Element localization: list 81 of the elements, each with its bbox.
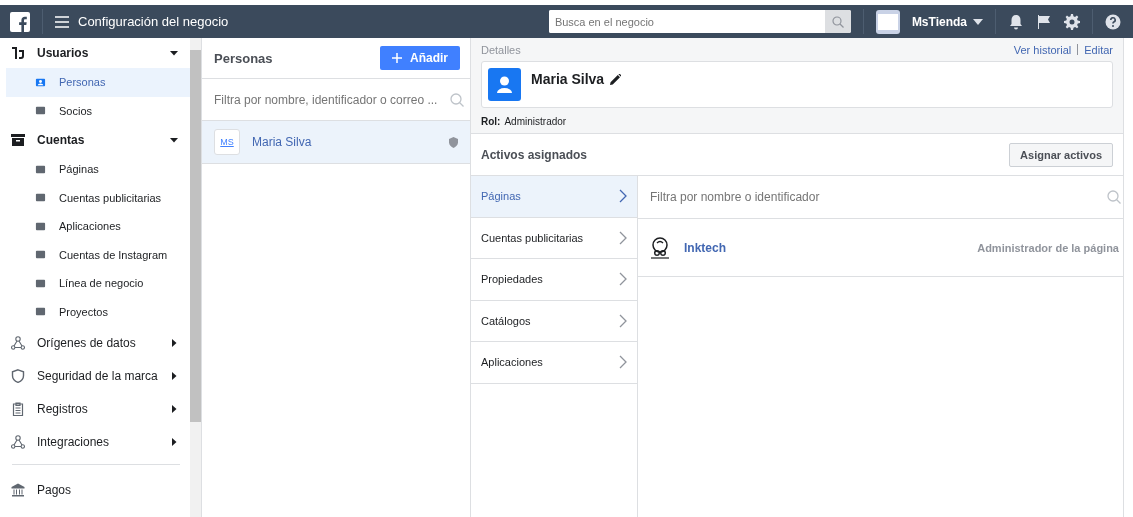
chevron-icon	[619, 230, 627, 245]
flag-icon[interactable]	[1036, 13, 1052, 30]
sidebar-section[interactable]: Integraciones	[6, 425, 190, 458]
caret-icon	[169, 437, 178, 446]
caret-icon	[169, 338, 178, 347]
asset-name[interactable]: Inktech	[684, 240, 966, 255]
item-icon	[35, 192, 46, 204]
person-avatar-icon	[488, 68, 521, 101]
facebook-logo-icon[interactable]	[10, 11, 30, 32]
person-name: Maria Silva	[252, 135, 313, 149]
sidebar-section[interactable]: Registros	[6, 392, 190, 425]
person-name: Maria Silva	[531, 71, 605, 87]
shield-icon	[449, 136, 458, 148]
section-heading: Detalles	[481, 43, 521, 56]
item-icon	[35, 76, 46, 88]
shield-icon	[11, 368, 25, 383]
network-icon	[11, 434, 25, 449]
bank-icon	[11, 482, 25, 497]
panel-title: Personas	[214, 50, 273, 66]
item-icon	[35, 220, 46, 232]
asset-permission: Administrador de la página	[977, 241, 1119, 254]
search-icon	[1107, 190, 1121, 204]
page-logo-icon	[648, 235, 672, 260]
header-link[interactable]: Editar	[1084, 43, 1113, 56]
sidebar-section[interactable]: Seguridad de la marca	[6, 359, 190, 392]
sidebar-item[interactable]: Cuentas publicitarias	[6, 183, 190, 212]
asset-tab[interactable]: Páginas	[471, 176, 637, 218]
sidebar-section[interactable]: Cuentas	[6, 125, 190, 155]
header-link[interactable]: Ver historial	[1013, 43, 1072, 56]
sidebar-section[interactable]: Usuarios	[6, 38, 190, 68]
initials-avatar: MS	[214, 129, 240, 155]
chevron-icon	[619, 313, 627, 328]
clipboard-icon	[11, 401, 25, 416]
menu-icon[interactable]	[55, 15, 69, 28]
sidebar-item[interactable]: Páginas	[6, 155, 190, 184]
add-button[interactable]: Añadir	[380, 46, 460, 70]
page-title: Configuración del negocio	[78, 14, 229, 29]
chevron-icon	[619, 272, 627, 287]
sidebar-section[interactable]: Orígenes de datos	[6, 326, 190, 359]
caret-icon	[169, 404, 178, 413]
sidebar-item[interactable]: Personas	[6, 68, 190, 97]
chevron-icon	[619, 355, 627, 370]
role-value: Administrador	[504, 116, 567, 127]
item-icon	[35, 306, 46, 318]
chevron-icon	[619, 189, 627, 204]
caret-icon[interactable]	[973, 18, 983, 25]
sidebar-item[interactable]: Aplicaciones	[6, 212, 190, 241]
search-icon	[831, 15, 844, 28]
sidebar-link[interactable]: Pagos	[6, 473, 190, 506]
asset-tab[interactable]: Cuentas publicitarias	[471, 217, 637, 259]
caret-icon	[169, 136, 178, 144]
sidebar-item[interactable]: Línea de negocio	[6, 269, 190, 298]
account-name[interactable]: MsTienda	[911, 14, 967, 29]
item-icon	[35, 249, 46, 261]
search-icon	[450, 92, 464, 107]
sidebar-item[interactable]: Socios	[6, 96, 190, 125]
role-label: Rol:	[481, 116, 501, 127]
users-icon	[11, 46, 25, 60]
sidebar-item[interactable]: Cuentas de Instagram	[6, 240, 190, 269]
item-icon	[35, 105, 46, 117]
asset-tab[interactable]: Propiedades	[471, 259, 637, 301]
assign-button[interactable]: Asignar activos	[1009, 142, 1113, 167]
gear-icon[interactable]	[1064, 13, 1080, 30]
business-avatar-icon[interactable]	[875, 9, 900, 34]
search-field[interactable]: Busca en el negocio	[548, 10, 851, 33]
section-title: Activos asignados	[481, 147, 588, 162]
plus-icon	[392, 53, 402, 63]
scrollbar[interactable]	[189, 38, 201, 517]
help-icon[interactable]	[1105, 13, 1121, 30]
caret-icon	[169, 49, 178, 57]
archive-box-icon	[11, 133, 25, 147]
asset-tab[interactable]: Aplicaciones	[471, 342, 637, 384]
item-icon	[35, 163, 46, 175]
person-row[interactable]: MS Maria Silva	[202, 121, 470, 164]
asset-tab[interactable]: Catálogos	[471, 300, 637, 342]
bell-icon[interactable]	[1008, 13, 1024, 30]
pencil-icon[interactable]	[610, 74, 622, 85]
item-icon	[35, 277, 46, 289]
caret-icon	[169, 371, 178, 380]
sidebar-item[interactable]: Proyectos	[6, 297, 190, 326]
network-icon	[11, 335, 25, 350]
